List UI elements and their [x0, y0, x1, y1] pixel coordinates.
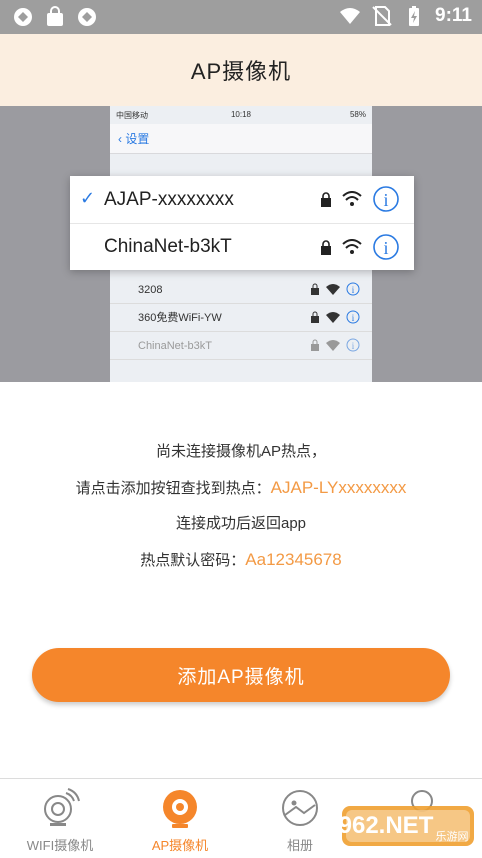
nav-item-ap-camera[interactable]: AP摄像机 [120, 779, 240, 858]
nav-item-wifi-camera[interactable]: WIFI摄像机 [0, 779, 120, 858]
instruction-line: 请点击添加按钮查找到热点：AJAP-LYxxxxxxxx [0, 476, 482, 512]
svg-text:i: i [352, 313, 355, 323]
album-icon [282, 790, 318, 826]
status-bar-left-icons [12, 6, 98, 28]
status-bar: 9:11 [0, 0, 482, 34]
network-row: ChinaNet-b3kT i [70, 223, 414, 270]
wifi-settings-illustration: 中国移动 10:18 58% ‹ 设置 3208 i 360免费WiFi-YW … [0, 106, 482, 382]
page-title: AP摄像机 [190, 59, 292, 84]
info-icon: i [346, 338, 360, 352]
phone-back-link: ‹ 设置 [118, 132, 150, 146]
phone-time: 10:18 [230, 110, 252, 119]
wifi-icon [342, 239, 362, 254]
checkmark-icon: ✓ [80, 188, 96, 208]
battery-charging-icon [409, 6, 420, 26]
phone-back-label: 设置 [125, 132, 150, 146]
svg-text:i: i [383, 190, 388, 210]
info-icon: i [373, 234, 399, 260]
phone-battery: 58% [349, 110, 366, 119]
no-sim-icon [372, 6, 392, 26]
status-time: 9:11 [435, 5, 472, 26]
nav-label: AP摄像机 [151, 838, 209, 853]
watermark-subtext: 乐游网 [436, 830, 469, 843]
phone-network-list: 3208 i 360免费WiFi-YW i ChinaNet-b3kT i [110, 276, 372, 360]
info-icon: i [373, 186, 399, 212]
list-item: 3208 i [110, 276, 372, 304]
app-header: AP摄像机 [0, 34, 482, 106]
instruction-line: 尚未连接摄像机AP热点， [155, 443, 326, 460]
wifi-icon [326, 340, 340, 351]
wifi-signal-icon [340, 8, 361, 24]
site-watermark-logo: 962.NET 乐游网 [340, 806, 474, 846]
instruction-line: 连接成功后返回app [175, 515, 307, 532]
lock-icon [311, 283, 319, 295]
svg-text:i: i [352, 285, 355, 295]
network-name: 3208 [138, 284, 163, 296]
add-ap-camera-button[interactable]: 添加AP摄像机 [32, 648, 450, 702]
shopping-bag-icon [47, 6, 63, 26]
list-item: 360免费WiFi-YW i [110, 304, 372, 332]
network-name: 360免费WiFi-YW [138, 312, 222, 324]
instruction-line: 热点默认密码：Aa12345678 [0, 548, 482, 584]
wifi-icon [326, 284, 340, 295]
lock-icon [311, 311, 319, 323]
list-item: ChinaNet-b3kT i [110, 332, 372, 360]
phone-nav-bar: ‹ 设置 [110, 124, 372, 154]
hotspot-ssid: AJAP-LYxxxxxxxx [270, 478, 407, 497]
hotspot-password: Aa12345678 [245, 550, 342, 569]
network-name: ChinaNet-b3kT [138, 340, 212, 352]
sync-icon [78, 8, 96, 26]
network-row-selected: ✓ AJAP-xxxxxxxx i [70, 176, 414, 223]
lock-icon [321, 239, 331, 255]
wifi-icon [342, 191, 362, 206]
lock-icon [321, 191, 331, 207]
network-name: ChinaNet-b3kT [104, 236, 232, 257]
watermark-number: 962.NET [340, 812, 434, 839]
instruction-prefix: 请点击添加按钮查找到热点： [75, 480, 271, 497]
nav-label: WIFI摄像机 [26, 838, 94, 853]
svg-text:i: i [383, 238, 388, 258]
wifi-icon [326, 312, 340, 323]
phone-status-bar: 中国移动 10:18 58% [110, 106, 372, 124]
wifi-camera-icon [44, 788, 80, 826]
info-icon: i [346, 310, 360, 324]
lock-icon [311, 339, 319, 351]
ap-camera-icon [163, 790, 197, 828]
info-icon: i [346, 282, 360, 296]
highlighted-network-card: ✓ AJAP-xxxxxxxx i ChinaNet-b3kT i [70, 176, 414, 270]
password-prefix: 热点默认密码： [140, 552, 246, 569]
status-bar-right-icons: 9:11 [339, 5, 472, 27]
network-name: AJAP-xxxxxxxx [104, 188, 234, 210]
connection-instructions: 尚未连接摄像机AP热点， 请点击添加按钮查找到热点：AJAP-LYxxxxxxx… [0, 440, 482, 584]
sync-icon [14, 8, 32, 26]
svg-text:i: i [352, 341, 355, 351]
